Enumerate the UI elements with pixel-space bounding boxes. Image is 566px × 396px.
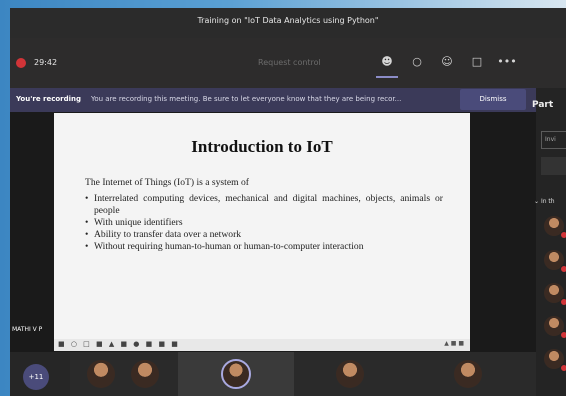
- banner-heading: You're recording: [16, 95, 82, 103]
- breakout-icon[interactable]: □: [466, 52, 488, 72]
- meeting-timer: 29:42: [34, 58, 58, 67]
- slide-bullet: • Ability to transfer data over a network: [85, 229, 242, 240]
- presenter-name-label: MATHI V P: [12, 326, 43, 333]
- slide-body: The Internet of Things (IoT) is a system…: [85, 177, 443, 253]
- slide-bullet: • Without requiring human-to-human or hum…: [85, 241, 364, 252]
- reactions-icon[interactable]: ☺: [436, 52, 458, 72]
- shared-taskbar: ■ ○ □ ■ ▲ ■ ● ■ ■ ■ ▲ ■ ■: [54, 339, 470, 351]
- invite-search-input[interactable]: Invi: [541, 131, 566, 149]
- taskbar-tray-icons: ▲ ■ ■: [444, 340, 464, 347]
- status-dot-icon: [560, 298, 566, 306]
- participant-tile[interactable]: [294, 352, 536, 396]
- more-participants-button[interactable]: +11: [23, 364, 49, 390]
- panel-title: Part: [532, 100, 554, 110]
- avatar: [87, 360, 115, 388]
- avatar: [131, 360, 159, 388]
- status-dot-icon: [560, 265, 566, 273]
- avatar: [221, 359, 251, 389]
- title-bar: Training on "IoT Data Analytics using Py…: [10, 8, 566, 38]
- participant-tile[interactable]: [70, 352, 178, 396]
- status-dot-icon: [560, 331, 566, 339]
- status-dot-icon: [560, 231, 566, 239]
- panel-section-label: ⌄ In th: [534, 198, 555, 205]
- more-icon[interactable]: •••: [496, 52, 518, 72]
- teams-meeting-window: Training on "IoT Data Analytics using Py…: [10, 8, 566, 396]
- share-invite-button[interactable]: [541, 157, 566, 175]
- recording-banner: You're recording You are recording this …: [10, 88, 536, 112]
- chat-icon[interactable]: ○: [406, 52, 428, 72]
- slide-title: Introduction to IoT: [191, 137, 333, 156]
- avatar: [454, 360, 482, 388]
- banner-message: You are recording this meeting. Be sure …: [91, 95, 402, 103]
- slide-bullet: • Interrelated computing devices, mechani…: [85, 193, 443, 216]
- recording-indicator-icon: [16, 58, 26, 68]
- shared-slide: Introduction to IoT The Internet of Thin…: [54, 113, 470, 339]
- slide-lead: The Internet of Things (IoT) is a system…: [85, 177, 249, 188]
- window-title: Training on "IoT Data Analytics using Py…: [197, 16, 379, 25]
- taskbar-icons: ■ ○ □ ■ ▲ ■ ● ■ ■ ■: [58, 340, 180, 348]
- participants-icon[interactable]: ☻: [376, 52, 398, 72]
- participant-tile-active[interactable]: [178, 352, 294, 396]
- active-tab-indicator: [376, 76, 398, 78]
- request-control-button[interactable]: Request control: [258, 58, 321, 67]
- status-dot-icon: [560, 364, 566, 372]
- slide-bullet: • With unique identifiers: [85, 217, 183, 228]
- dismiss-button[interactable]: Dismiss: [460, 89, 526, 110]
- avatar: [336, 360, 364, 388]
